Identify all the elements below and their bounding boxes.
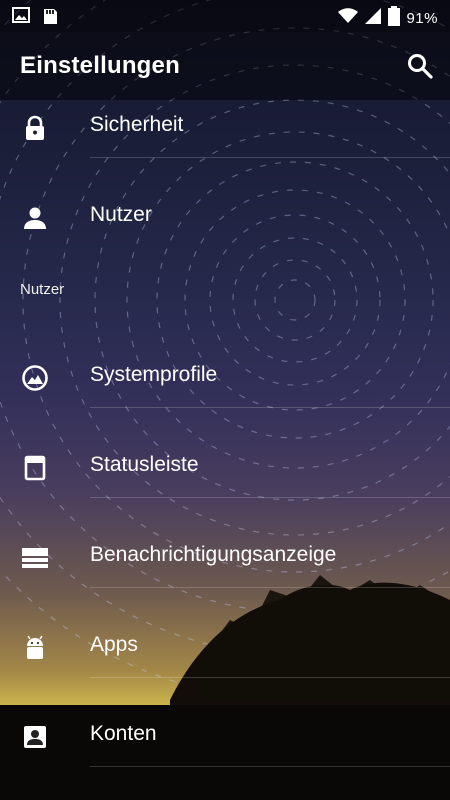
status-bar: 91% <box>0 0 450 32</box>
wifi-icon <box>338 8 359 29</box>
settings-item-label: Nutzer <box>90 203 152 226</box>
settings-item-status-bar[interactable]: Statusleiste <box>0 423 450 513</box>
profile-icon <box>22 365 48 391</box>
app-bar: Einstellungen <box>0 32 450 100</box>
settings-item-label: Systemprofile <box>90 363 218 386</box>
notification-drawer-icon <box>22 545 48 571</box>
divider <box>90 587 450 588</box>
settings-item-apps[interactable]: Apps <box>0 603 450 693</box>
search-icon <box>408 54 433 79</box>
settings-item-label: Statusleiste <box>90 453 199 476</box>
sd-card-icon <box>42 7 58 30</box>
settings-item-label: Konten <box>90 722 157 745</box>
section-header: Nutzer <box>20 281 65 298</box>
image-icon <box>12 7 30 30</box>
search-button[interactable] <box>406 52 434 80</box>
settings-list: Sicherheit Nutzer Nutzer Systemprofile S… <box>0 0 450 800</box>
lock-icon <box>22 115 48 141</box>
person-icon <box>22 205 48 231</box>
signal-icon <box>364 7 382 30</box>
divider <box>90 157 450 158</box>
android-icon <box>22 635 48 661</box>
settings-item-label: Sicherheit <box>90 113 184 136</box>
settings-item-label: Benachrichtigungsanzeige <box>90 543 337 566</box>
divider <box>90 407 450 408</box>
divider <box>90 497 450 498</box>
battery-percentage: 91% <box>406 10 438 27</box>
divider <box>90 677 450 678</box>
account-icon <box>22 724 48 750</box>
settings-item-notification-drawer[interactable]: Benachrichtigungsanzeige <box>0 513 450 603</box>
divider <box>90 766 450 767</box>
settings-item-accounts[interactable]: Konten <box>0 692 450 782</box>
settings-item-users[interactable]: Nutzer <box>0 173 450 263</box>
settings-item-system-profiles[interactable]: Systemprofile <box>0 333 450 423</box>
statusbar-icon <box>22 455 48 481</box>
battery-icon <box>388 6 401 31</box>
settings-item-label: Apps <box>90 633 138 656</box>
page-title: Einstellungen <box>20 52 180 79</box>
